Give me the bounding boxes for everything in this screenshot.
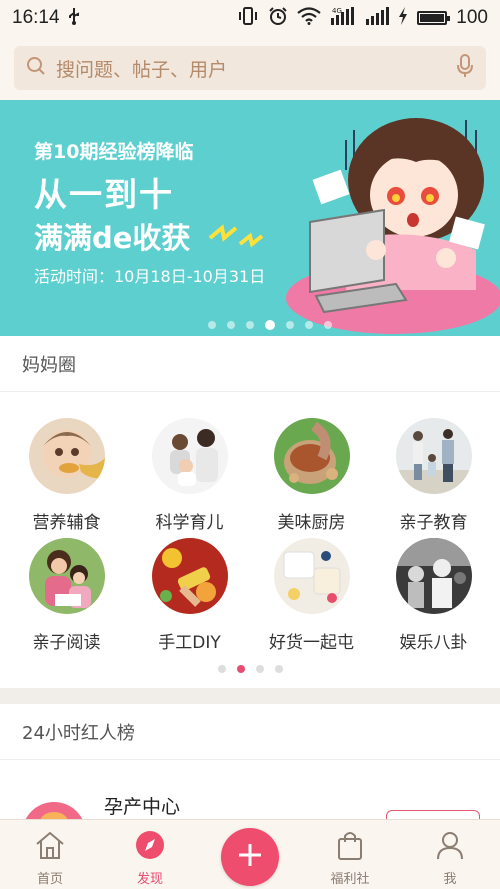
search-icon bbox=[26, 56, 46, 80]
person-icon bbox=[435, 830, 465, 864]
battery-icon bbox=[417, 11, 451, 25]
category-item[interactable]: 亲子教育 bbox=[371, 418, 496, 533]
plus-icon bbox=[237, 842, 263, 872]
category-item[interactable]: 美味厨房 bbox=[249, 418, 374, 533]
section-header-hot-list: 24小时红人榜 bbox=[0, 704, 500, 760]
post-button[interactable] bbox=[221, 828, 279, 886]
pager-dot[interactable] bbox=[286, 321, 294, 329]
banner-pager bbox=[40, 320, 500, 330]
banner-title-2: 满满de收获 bbox=[34, 221, 191, 255]
search-bar: 搜问题、帖子、用户 bbox=[0, 36, 500, 100]
search-input[interactable]: 搜问题、帖子、用户 bbox=[14, 46, 486, 90]
tab-label: 福利社 bbox=[330, 872, 370, 887]
family-walk-photo bbox=[395, 418, 472, 494]
charging-icon bbox=[398, 6, 408, 30]
usb-icon bbox=[68, 7, 80, 29]
tab-welfare[interactable]: 福利社 bbox=[300, 820, 400, 889]
network-type-label: 4G bbox=[332, 7, 342, 15]
status-time: 16:14 bbox=[12, 7, 60, 28]
category-label: 科学育儿 bbox=[155, 513, 224, 533]
vibrate-icon bbox=[237, 6, 259, 30]
battery-level: 100 bbox=[456, 7, 488, 28]
pager-dot[interactable] bbox=[236, 665, 245, 673]
search-placeholder: 搜问题、帖子、用户 bbox=[56, 58, 228, 81]
tab-label: 发现 bbox=[136, 872, 163, 887]
wifi-icon bbox=[297, 6, 321, 30]
pager-dot[interactable] bbox=[265, 320, 275, 330]
pager-dot[interactable] bbox=[208, 321, 216, 329]
parents-baby-photo bbox=[151, 418, 228, 494]
pager-dot[interactable] bbox=[324, 321, 332, 329]
category-item[interactable]: 科学育儿 bbox=[127, 418, 252, 533]
entertainment-photo bbox=[395, 538, 472, 614]
status-bar: 16:14 4G 100 bbox=[0, 0, 500, 36]
baby-goods-photo bbox=[273, 538, 350, 614]
tab-label: 首页 bbox=[36, 872, 63, 887]
sparkle-icon bbox=[208, 224, 264, 248]
category-item[interactable]: 营养辅食 bbox=[4, 418, 129, 533]
category-label: 娱乐八卦 bbox=[399, 633, 468, 653]
pager-dot[interactable] bbox=[217, 665, 226, 673]
handcraft-photo bbox=[151, 538, 228, 614]
hot-item-name: 孕产中心 bbox=[104, 796, 181, 818]
banner-illustration bbox=[286, 118, 500, 334]
banner-title: 从一到十 bbox=[34, 175, 174, 214]
category-label: 手工DIY bbox=[158, 633, 221, 653]
home-icon bbox=[34, 830, 66, 864]
category-item[interactable]: 娱乐八卦 bbox=[371, 538, 496, 653]
compass-icon bbox=[135, 830, 165, 864]
tab-me[interactable]: 我 bbox=[400, 820, 500, 889]
pager-dot[interactable] bbox=[305, 321, 313, 329]
category-label: 营养辅食 bbox=[32, 513, 101, 533]
section-title: 24小时红人榜 bbox=[22, 722, 135, 744]
category-item[interactable]: 手工DIY bbox=[127, 538, 252, 653]
section-divider bbox=[0, 688, 500, 704]
tab-discover[interactable]: 发现 bbox=[100, 820, 200, 889]
section-header-mama-circle: 妈妈圈 bbox=[0, 336, 500, 392]
pager-dot[interactable] bbox=[274, 665, 283, 673]
tab-post[interactable] bbox=[200, 820, 300, 889]
category-grid: 营养辅食 科学育儿 美味厨房 亲子教育 亲子阅读 手工DIY 好货一起屯 娱乐八… bbox=[0, 392, 500, 688]
pager-dot[interactable] bbox=[227, 321, 235, 329]
section-title: 妈妈圈 bbox=[22, 354, 76, 376]
alarm-icon bbox=[268, 6, 288, 31]
mother-child-reading-photo bbox=[28, 538, 105, 614]
microphone-icon[interactable] bbox=[456, 54, 474, 82]
signal-bars-icon bbox=[365, 6, 390, 30]
category-label: 亲子教育 bbox=[399, 513, 468, 533]
tab-home[interactable]: 首页 bbox=[0, 820, 100, 889]
category-item[interactable]: 好货一起屯 bbox=[249, 538, 374, 653]
banner-subtitle: 第10期经验榜降临 bbox=[34, 141, 194, 163]
category-label: 美味厨房 bbox=[277, 513, 346, 533]
category-label: 好货一起屯 bbox=[269, 633, 354, 653]
tab-label: 我 bbox=[443, 872, 457, 887]
discover-page: 16:14 4G 100 搜问题、帖子、用户 第10期经验榜降临 从一到十 满满… bbox=[0, 0, 500, 889]
food-bowl-photo bbox=[273, 418, 350, 494]
category-pager bbox=[0, 665, 500, 673]
baby-food-photo bbox=[28, 418, 105, 494]
category-label: 亲子阅读 bbox=[32, 633, 101, 653]
hot-list-item[interactable]: 孕产中心 bbox=[0, 760, 500, 866]
pager-dot[interactable] bbox=[246, 321, 254, 329]
category-item[interactable]: 亲子阅读 bbox=[4, 538, 129, 653]
banner-date: 活动时间：10月18日-10月31日 bbox=[34, 267, 266, 286]
cellular-signal-icon: 4G bbox=[330, 6, 356, 31]
pager-dot[interactable] bbox=[255, 665, 264, 673]
bottom-tab-bar: 首页 发现 福利社 我 bbox=[0, 819, 500, 889]
shopping-bag-icon bbox=[335, 830, 365, 864]
